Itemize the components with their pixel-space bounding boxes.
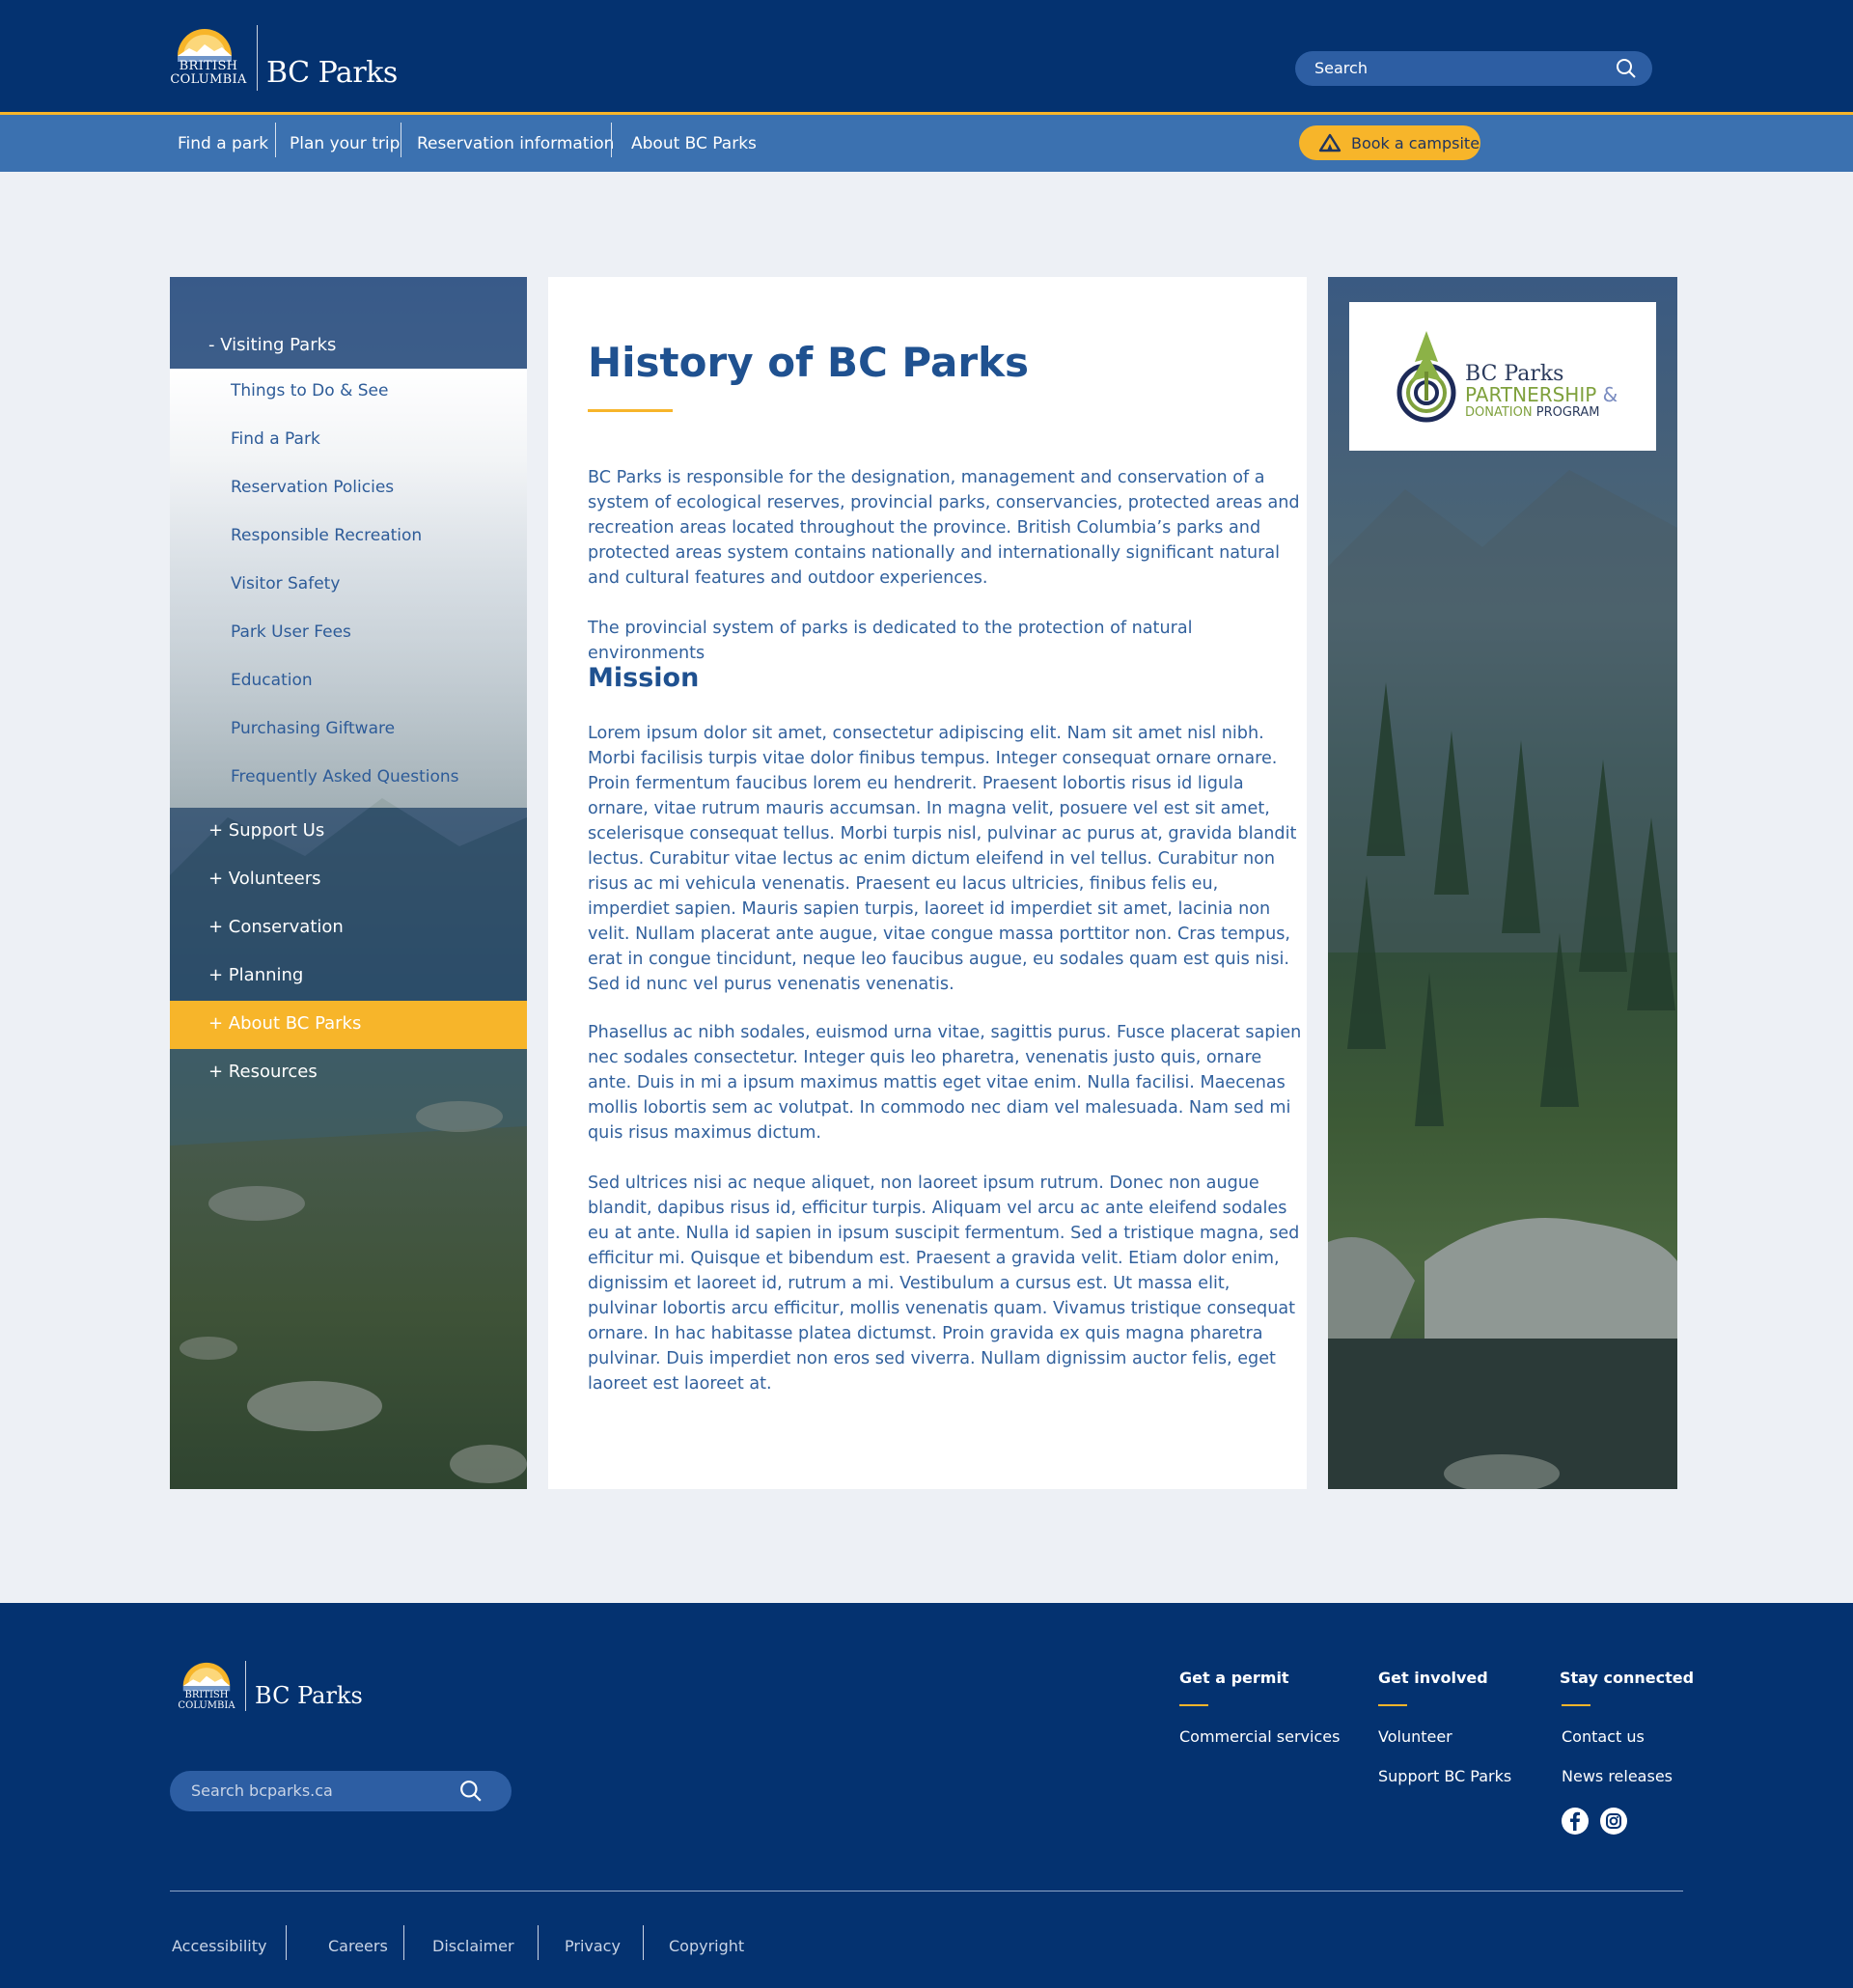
search-icon[interactable] xyxy=(459,1780,483,1807)
footer-link-accessibility[interactable]: Accessibility xyxy=(172,1937,266,1955)
footer-heading-stay-connected: Stay connected xyxy=(1560,1669,1695,1687)
mission-paragraph: Lorem ipsum dolor sit amet, consectetur … xyxy=(588,724,1297,994)
footer-heading-underline xyxy=(1179,1704,1208,1706)
sidebar-item-conservation[interactable]: + Conservation xyxy=(170,904,527,953)
mission-heading: Mission xyxy=(588,663,700,693)
sidebar-item-support-us[interactable]: + Support Us xyxy=(170,808,527,856)
search-placeholder: Search bcparks.ca xyxy=(191,1781,333,1800)
footer-separator xyxy=(286,1925,287,1960)
brand-name: BC Parks xyxy=(255,1682,363,1709)
footer-heading-underline xyxy=(1562,1704,1590,1706)
tent-icon xyxy=(1318,133,1341,152)
section-sidebar: - Visiting Parks Things to Do & See Find… xyxy=(170,277,527,1489)
page-title: History of BC Parks xyxy=(588,339,1030,386)
main-content: History of BC Parks BC Parks is responsi… xyxy=(548,277,1307,1489)
intro-paragraph: BC Parks is responsible for the designat… xyxy=(588,468,1300,588)
nav-find-a-park[interactable]: Find a park xyxy=(178,126,268,161)
book-campsite-button[interactable]: Book a campsite xyxy=(1299,125,1480,160)
nav-reservation-information[interactable]: Reservation information xyxy=(417,126,614,161)
footer-link-news-releases[interactable]: News releases xyxy=(1562,1767,1673,1785)
instagram-icon[interactable] xyxy=(1600,1808,1627,1835)
footer-search-input[interactable]: Search bcparks.ca xyxy=(170,1771,512,1811)
nav-separator xyxy=(275,123,276,157)
nav-plan-your-trip[interactable]: Plan your trip xyxy=(290,126,400,161)
header-search-input[interactable]: Search xyxy=(1295,51,1652,86)
site-header: BRITISH COLUMBIA BC Parks Search xyxy=(0,0,1853,112)
sidebar-item-resources[interactable]: + Resources xyxy=(170,1049,527,1097)
footer-link-support-bc-parks[interactable]: Support BC Parks xyxy=(1378,1767,1511,1785)
footer-link-privacy[interactable]: Privacy xyxy=(565,1937,621,1955)
partnership-subtitle: PARTNERSHIP & xyxy=(1465,383,1618,406)
footer-link-careers[interactable]: Careers xyxy=(328,1937,388,1955)
sidebar-subitem[interactable]: Park User Fees xyxy=(231,622,351,642)
nav-separator xyxy=(611,123,612,157)
mission-paragraph: Phasellus ac nibh sodales, euismod urna … xyxy=(588,1023,1302,1143)
sidebar-subitem[interactable]: Things to Do & See xyxy=(231,381,388,400)
site-footer: BRITISH COLUMBIA BC Parks Search bcparks… xyxy=(0,1603,1853,1988)
partnership-promo[interactable]: BC Parks PARTNERSHIP & DONATION PROGRAM xyxy=(1328,277,1677,1489)
sidebar-subitem[interactable]: Purchasing Giftware xyxy=(231,719,395,738)
search-placeholder: Search xyxy=(1314,59,1368,77)
title-underline xyxy=(588,409,673,412)
footer-separator xyxy=(403,1925,404,1960)
bc-parks-logo[interactable]: BRITISH COLUMBIA BC Parks xyxy=(170,23,398,93)
partnership-tree-icon xyxy=(1397,331,1456,423)
partnership-logo-card[interactable]: BC Parks PARTNERSHIP & DONATION PROGRAM xyxy=(1349,302,1656,451)
footer-link-copyright[interactable]: Copyright xyxy=(669,1937,744,1955)
search-icon[interactable] xyxy=(1616,58,1637,83)
sunrise-emblem-icon xyxy=(182,1662,231,1692)
footer-separator xyxy=(643,1925,644,1960)
sidebar-subitem[interactable]: Visitor Safety xyxy=(231,574,340,594)
footer-heading-get-involved: Get involved xyxy=(1378,1669,1488,1687)
footer-link-commercial-services[interactable]: Commercial services xyxy=(1179,1727,1340,1746)
intro-paragraph: The provincial system of parks is dedica… xyxy=(588,619,1193,663)
province-wordmark: BRITISH COLUMBIA xyxy=(178,1690,235,1711)
footer-separator xyxy=(538,1925,539,1960)
sidebar-subitem[interactable]: Frequently Asked Questions xyxy=(231,767,459,787)
forest-background-image xyxy=(1328,470,1677,1489)
province-wordmark: BRITISH COLUMBIA xyxy=(170,59,247,87)
sidebar-item-visiting-parks[interactable]: - Visiting Parks xyxy=(208,335,336,355)
main-nav: Find a park Plan your trip Reservation i… xyxy=(0,112,1853,172)
sidebar-subitem[interactable]: Responsible Recreation xyxy=(231,526,422,545)
footer-link-disclaimer[interactable]: Disclaimer xyxy=(432,1937,514,1955)
sidebar-subitem[interactable]: Reservation Policies xyxy=(231,478,394,497)
footer-logo[interactable]: BRITISH COLUMBIA BC Parks xyxy=(178,1657,371,1715)
sidebar-item-planning[interactable]: + Planning xyxy=(170,953,527,1001)
footer-heading-underline xyxy=(1378,1704,1407,1706)
brand-name: BC Parks xyxy=(266,56,398,90)
mission-paragraph: Sed ultrices nisi ac neque aliquet, non … xyxy=(588,1173,1300,1394)
logo-divider xyxy=(257,25,258,91)
sidebar-subitem[interactable]: Find a Park xyxy=(231,429,320,449)
sidebar-item-about-bc-parks[interactable]: + About BC Parks xyxy=(170,1001,527,1049)
sidebar-item-volunteers[interactable]: + Volunteers xyxy=(170,856,527,904)
facebook-icon[interactable] xyxy=(1562,1808,1589,1835)
footer-link-volunteer[interactable]: Volunteer xyxy=(1378,1727,1452,1746)
book-campsite-label: Book a campsite xyxy=(1351,133,1480,152)
nav-about-bc-parks[interactable]: About BC Parks xyxy=(631,126,757,161)
footer-link-contact-us[interactable]: Contact us xyxy=(1562,1727,1645,1746)
logo-divider xyxy=(245,1661,246,1711)
footer-heading-get-a-permit: Get a permit xyxy=(1179,1669,1289,1687)
sidebar-subnav xyxy=(170,369,527,808)
sidebar-subitem[interactable]: Education xyxy=(231,671,313,690)
partnership-program: DONATION PROGRAM xyxy=(1465,405,1600,420)
